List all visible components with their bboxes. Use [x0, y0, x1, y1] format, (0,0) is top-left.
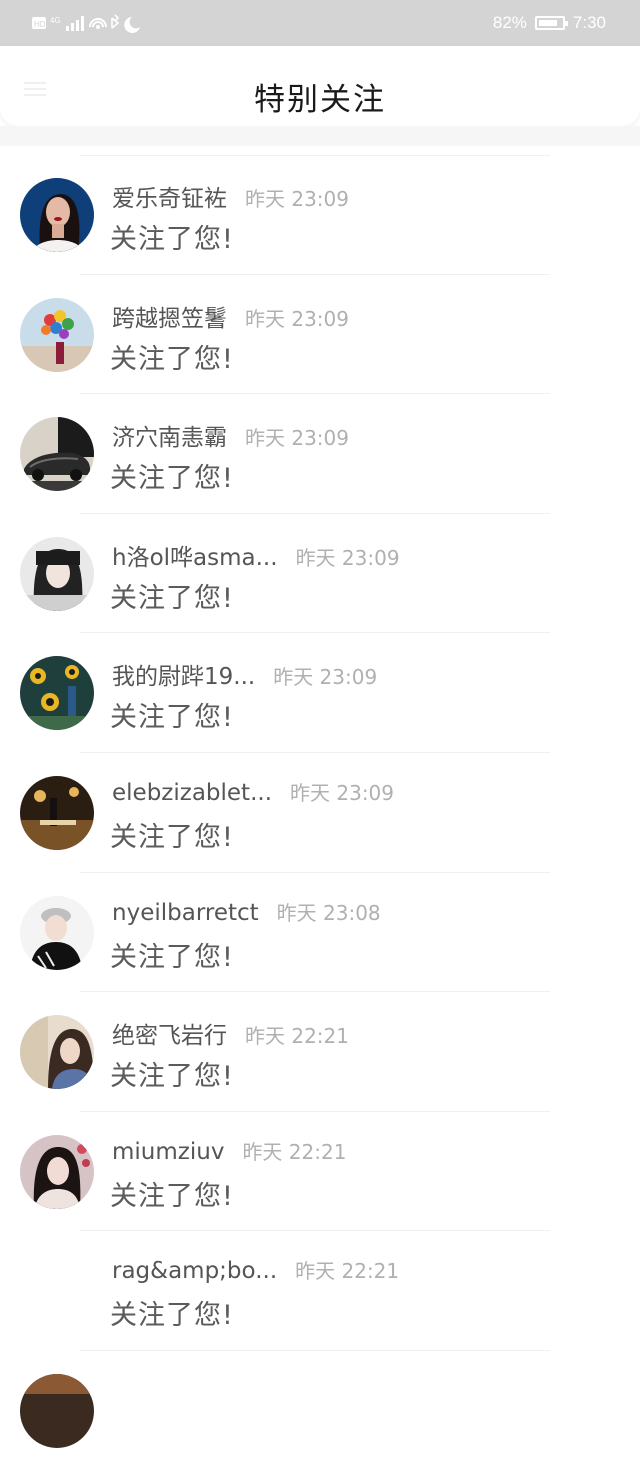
list-item[interactable]: h洛ol哗asma... 昨天 23:09 关注了您!	[0, 514, 640, 634]
user-name[interactable]: 绝密飞岩行	[112, 1016, 227, 1050]
avatar[interactable]	[20, 536, 94, 611]
clock: 7:30	[572, 13, 606, 32]
avatar[interactable]	[20, 656, 94, 731]
follow-message: 关注了您!	[110, 1300, 234, 1332]
avatar[interactable]	[20, 178, 94, 252]
follow-message: 关注了您!	[110, 582, 234, 614]
list-item[interactable]: nyeilbarretct 昨天 23:08 关注了您!	[0, 873, 640, 993]
svg-text:HD: HD	[34, 20, 46, 29]
list-item[interactable]: 绝密飞岩行 昨天 22:21 关注了您!	[0, 992, 640, 1112]
follow-message: 关注了您!	[110, 1180, 234, 1212]
list-item[interactable]: elebzizablet... 昨天 23:09 关注了您!	[0, 753, 640, 873]
avatar[interactable]	[20, 895, 94, 970]
user-name[interactable]: 济穴南恚霸	[112, 418, 227, 452]
follow-message: 关注了您!	[110, 224, 234, 255]
svg-text:4G: 4G	[50, 16, 61, 25]
avatar[interactable]	[20, 297, 94, 372]
timestamp: 昨天 22:21	[295, 1259, 400, 1284]
timestamp: 昨天 23:09	[245, 426, 349, 451]
follow-message: 关注了您!	[110, 343, 234, 375]
timestamp: 昨天 23:09	[295, 545, 400, 570]
user-name[interactable]: 爱乐奇钲袏	[112, 179, 227, 213]
status-bar: HD 4G 82% 7:30	[0, 0, 640, 46]
avatar[interactable]	[20, 1134, 94, 1209]
user-name[interactable]: h洛ol哗asma...	[112, 538, 278, 572]
header-separator	[0, 126, 640, 146]
list-item[interactable]	[0, 1351, 640, 1471]
user-name[interactable]: miumziuv	[112, 1139, 224, 1165]
user-name[interactable]: elebzizablet...	[112, 780, 272, 806]
timestamp: 昨天 22:21	[245, 1024, 349, 1049]
list-item[interactable]: 爱乐奇钲袏 昨天 23:09 关注了您!	[0, 155, 640, 275]
user-name[interactable]: 跨越摁笠鬐	[112, 299, 227, 333]
timestamp: 昨天 23:08	[276, 900, 381, 925]
page-title: 特别关注	[254, 82, 386, 118]
follow-message: 关注了您!	[110, 702, 234, 734]
list-item[interactable]: 我的尉跸19... 昨天 23:09 关注了您!	[0, 633, 640, 753]
notification-list: 爱乐奇钲袏 昨天 23:09 关注了您! 跨越摁笠鬐 昨天 23:09 关注了您…	[0, 155, 640, 1471]
follow-message: 关注了您!	[110, 1061, 234, 1093]
battery-icon	[534, 16, 568, 30]
battery-percent: 82%	[492, 13, 527, 32]
avatar[interactable]	[20, 1015, 94, 1090]
status-right: 82% 7:30	[493, 12, 606, 34]
status-icons: HD 4G	[32, 12, 142, 34]
avatar[interactable]	[20, 775, 94, 850]
avatar[interactable]	[20, 1373, 94, 1448]
timestamp: 昨天 22:21	[242, 1139, 347, 1164]
timestamp: 昨天 23:09	[245, 306, 349, 331]
timestamp: 昨天 23:09	[245, 187, 349, 211]
avatar[interactable]	[20, 417, 94, 492]
list-item[interactable]: 跨越摁笠鬐 昨天 23:09 关注了您!	[0, 275, 640, 395]
signal-icons: HD 4G	[32, 14, 140, 33]
list-item[interactable]: 济穴南恚霸 昨天 23:09 关注了您!	[0, 394, 640, 514]
timestamp: 昨天 23:09	[290, 780, 395, 805]
user-name[interactable]: 我的尉跸19...	[112, 657, 255, 691]
timestamp: 昨天 23:09	[273, 665, 378, 690]
user-name[interactable]: nyeilbarretct	[112, 900, 259, 926]
list-item[interactable]: miumziuv 昨天 22:21 关注了您!	[0, 1112, 640, 1232]
top-bar: 特别关注	[0, 46, 640, 126]
list-item[interactable]: rag&amp;bo... 昨天 22:21 关注了您!	[0, 1231, 640, 1351]
follow-message: 关注了您!	[110, 941, 234, 973]
follow-message: 关注了您!	[110, 463, 234, 495]
user-name[interactable]: rag&amp;bo...	[112, 1258, 277, 1284]
follow-message: 关注了您!	[110, 821, 234, 853]
